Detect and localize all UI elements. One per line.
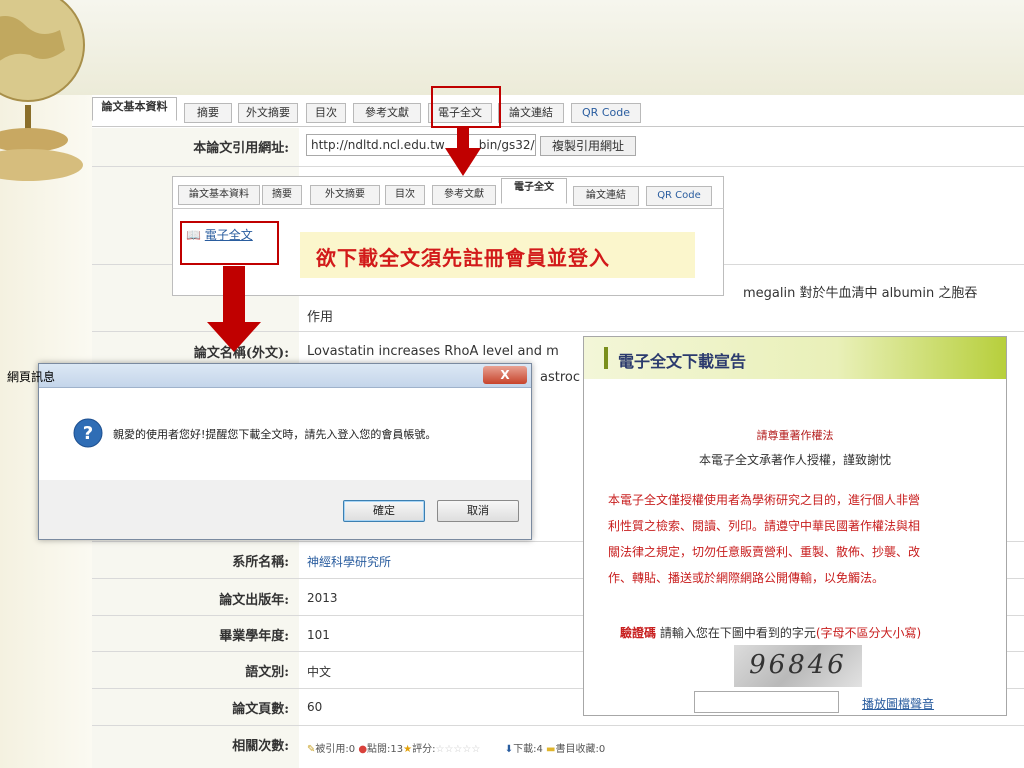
down-arrow-icon	[457, 128, 469, 150]
dialog-title: 網頁訊息	[7, 370, 56, 384]
download-icon: ⬇	[504, 744, 514, 755]
citation-url-tail: bin/gs32/	[478, 138, 535, 152]
citation-url-visible: http://ndltd.ncl.edu.tw	[311, 138, 445, 152]
overlay-tab-thesis-link[interactable]: 論文連結	[573, 186, 639, 206]
declaration-term-line: 作、轉貼、播送或於網際網路公開傳輸，以免觸法。	[608, 571, 885, 585]
tab-references[interactable]: 參考文獻	[353, 103, 421, 123]
svg-text:?: ?	[83, 423, 93, 444]
captcha-input[interactable]	[694, 691, 839, 713]
language-label: 語文別:	[245, 665, 289, 680]
publish-year-label: 論文出版年:	[219, 593, 289, 608]
overlay-tab-fulltext[interactable]: 電子全文	[501, 178, 567, 204]
stats-row: ✎被引用:0 ●點閱:13★評分:☆☆☆☆☆ ⬇下載:4 ▬書目收藏:0	[307, 740, 605, 755]
views-count: 點閱:13	[367, 744, 404, 755]
declaration-term-line: 關法律之規定，切勿任意販賣營利、重製、散佈、抄襲、改	[608, 545, 921, 559]
title-foreign-label: 論文名稱(外文):	[193, 346, 289, 361]
globe-decoration-icon	[0, 0, 85, 181]
cited-count: 被引用:0	[315, 744, 356, 755]
department-label: 系所名稱:	[232, 555, 289, 570]
declaration-header-bar	[604, 347, 608, 369]
overlay-tab-basic-info[interactable]: 論文基本資料	[178, 185, 260, 205]
question-icon: ?	[73, 418, 103, 448]
overlay-tab-contents[interactable]: 目次	[385, 185, 425, 205]
down-arrow-head-icon	[207, 322, 261, 352]
tab-basic-info[interactable]: 論文基本資料	[92, 97, 177, 121]
row-divider	[92, 725, 1024, 726]
dialog-cancel-button[interactable]: 取消	[437, 500, 519, 522]
captcha-label: 驗證碼	[620, 626, 657, 640]
respect-copyright-text: 請尊重著作權法	[756, 429, 834, 442]
fulltext-link[interactable]: 📖 電子全文	[186, 226, 253, 243]
declaration-term-line: 本電子全文僅授權使用者為學術研究之目的，進行個人非營	[608, 493, 921, 507]
department-value[interactable]: 神經科學研究所	[307, 553, 391, 570]
copy-citation-button[interactable]: 複製引用網址	[540, 136, 636, 156]
dialog-close-button[interactable]: X	[483, 366, 527, 384]
down-arrow-icon	[223, 266, 245, 326]
fulltext-download-declaration: 電子全文下載宣告 請尊重著作權法 本電子全文承著作人授權，謹致謝忱 本電子全文僅…	[583, 336, 1007, 716]
declaration-terms: 本電子全文僅授權使用者為學術研究之目的，進行個人非營 利性質之檢索、閱讀、列印。…	[608, 487, 920, 591]
tab-abstract[interactable]: 摘要	[184, 103, 232, 123]
views-icon: ●	[358, 744, 368, 755]
web-message-dialog: 網頁訊息 X ? 親愛的使用者您好!提醒您下載全文時，請先入登入您的會員帳號。 …	[7, 363, 532, 540]
declaration-title: 電子全文下載宣告	[618, 352, 747, 371]
fulltext-tab-highlight	[431, 86, 501, 128]
fulltext-link-text[interactable]: 電子全文	[205, 228, 253, 242]
overlay-tab-abstract[interactable]: 摘要	[262, 185, 302, 205]
download-count: 下載:4	[513, 744, 543, 755]
captcha-prompt: 請輸入您在下圖中看到的字元	[659, 626, 816, 640]
captcha-image: 96846	[734, 645, 862, 687]
play-audio-link[interactable]: 播放圖檔聲音	[862, 695, 934, 712]
title-foreign-line1: Lovastatin increases RhoA level and m	[307, 344, 559, 359]
overlay-tab-qr-code[interactable]: QR Code	[646, 186, 712, 206]
tab-contents[interactable]: 目次	[306, 103, 346, 123]
dialog-message: 親愛的使用者您好!提醒您下載全文時，請先入登入您的會員帳號。	[113, 428, 437, 441]
citation-url-field[interactable]: http://ndltd.ncl.edu.tw bin/gs32/	[306, 134, 536, 156]
language-value: 中文	[307, 665, 332, 679]
bookmark-count: 書目收藏:0	[555, 744, 606, 755]
captcha-instructions: 驗證碼 請輸入您在下圖中看到的字元(字母不區分大小寫)	[620, 624, 921, 641]
citation-url-label: 本論文引用網址:	[193, 141, 289, 156]
page-count-value: 60	[307, 700, 323, 714]
tab-qr-code[interactable]: QR Code	[571, 103, 641, 123]
publish-year-value: 2013	[307, 591, 338, 605]
title-zh-line2: 作用	[307, 310, 334, 325]
rating-stars[interactable]: ☆☆☆☆☆	[435, 744, 480, 755]
page-header-band	[0, 0, 1024, 95]
rating-icon: ★	[403, 744, 413, 755]
title-foreign-line2: astroc	[540, 370, 580, 385]
graduation-year-value: 101	[307, 628, 330, 642]
rating-label: 評分:	[412, 744, 436, 755]
dialog-ok-button[interactable]: 確定	[343, 500, 425, 522]
register-notice: 欲下載全文須先註冊會員並登入	[316, 246, 610, 270]
dialog-body: ? 親愛的使用者您好!提醒您下載全文時，請先入登入您的會員帳號。	[39, 388, 531, 480]
dialog-title-bar: 網頁訊息 X	[7, 364, 531, 388]
declaration-term-line: 利性質之檢索、閱讀、列印。請遵守中華民國著作權法與相	[608, 519, 921, 533]
row-divider	[92, 166, 1024, 167]
captcha-note: (字母不區分大小寫)	[815, 626, 922, 640]
overlay-tab-foreign-abstract[interactable]: 外文摘要	[310, 185, 380, 205]
tab-thesis-link[interactable]: 論文連結	[498, 103, 564, 123]
tab-foreign-abstract[interactable]: 外文摘要	[238, 103, 298, 123]
title-zh-tail: megalin 對於牛血清中 albumin 之胞吞	[743, 286, 978, 301]
author-authorization-text: 本電子全文承著作人授權，謹致謝忱	[698, 453, 891, 467]
panel-tab-divider	[172, 208, 724, 209]
down-arrow-head-icon	[445, 148, 481, 176]
overlay-tab-references[interactable]: 參考文獻	[432, 185, 496, 205]
graduation-year-label: 畢業學年度:	[219, 629, 289, 644]
page-count-label: 論文頁數:	[232, 702, 289, 717]
book-icon: 📖	[186, 228, 201, 242]
stats-label: 相關次數:	[232, 739, 289, 754]
